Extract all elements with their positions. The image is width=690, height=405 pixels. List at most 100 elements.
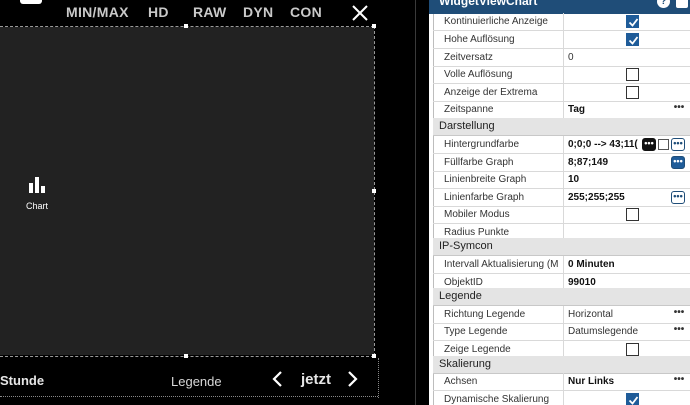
fuellfarbe-value[interactable]: 8;87;149 •••	[565, 154, 690, 171]
panel-header: WidgetViewChart ?	[429, 0, 690, 14]
section-legende[interactable]: Legende	[433, 288, 690, 306]
prop-value	[565, 13, 690, 30]
resize-handle-right[interactable]	[372, 189, 376, 193]
panel-splitter[interactable]	[414, 0, 429, 405]
resize-handle-top[interactable]	[184, 24, 188, 28]
richtung-legende-select[interactable]: Horizontal •••	[565, 306, 690, 323]
prop-label: Anzeige der Extrema	[433, 84, 564, 101]
prop-row-mobiler-modus: Mobiler Modus	[433, 206, 690, 224]
type-legende-select[interactable]: Datumslegende •••	[565, 323, 690, 340]
prop-row-dynamische-skalierung: Dynamische Skalierung	[433, 391, 690, 405]
chart-icon-label: Chart	[25, 201, 48, 211]
prop-row-achsen: Achsen Nur Links •••	[433, 373, 690, 391]
achsen-select[interactable]: Nur Links •••	[565, 373, 690, 390]
prop-label: Hintergrundfarbe	[433, 136, 564, 153]
gradient-icon[interactable]	[658, 139, 669, 150]
zeitspanne-select[interactable]: Tag •••	[565, 101, 690, 118]
prop-label: Zeitspanne	[433, 101, 564, 118]
section-ip-symcon[interactable]: IP-Symcon	[433, 238, 690, 256]
checkbox-checked[interactable]	[626, 15, 639, 28]
intervall-input[interactable]: 0 Minuten	[565, 256, 690, 273]
type-legende-value: Datumslegende	[568, 326, 639, 337]
toolbar-minmax-button[interactable]: MIN/MAX	[66, 4, 129, 20]
toolbar-dyn-button[interactable]: DYN	[243, 4, 273, 20]
prop-row-volle-aufloesung: Volle Auflösung	[433, 66, 690, 84]
section-skalierung[interactable]: Skalierung	[433, 356, 690, 374]
prop-label: Achsen	[433, 373, 564, 390]
prop-row-hohe-aufloesung: Hohe Auflösung	[433, 31, 690, 49]
prop-label: Linienfarbe Graph	[433, 189, 564, 206]
prop-label: Mobiler Modus	[433, 206, 564, 223]
list-view-icon[interactable]	[676, 0, 688, 8]
checkbox-unchecked[interactable]	[626, 86, 639, 99]
chevron-left-icon[interactable]	[270, 370, 284, 388]
prop-label: Füllfarbe Graph	[433, 154, 564, 171]
prop-label: Volle Auflösung	[433, 66, 564, 83]
close-icon[interactable]	[350, 3, 370, 23]
prop-row-kontinuierliche-anzeige: Kontinuierliche Anzeige	[433, 13, 690, 31]
linienfarbe-text: 255;255;255	[568, 192, 625, 203]
checkbox-unchecked[interactable]	[626, 208, 639, 221]
prop-row-anzeige-extrema: Anzeige der Extrema	[433, 84, 690, 102]
prop-label: Linienbreite Graph	[433, 171, 564, 188]
prop-label: Intervall Aktualisierung (M	[433, 256, 564, 273]
prop-row-fuellfarbe: Füllfarbe Graph 8;87;149 •••	[433, 154, 690, 172]
property-panel: WidgetViewChart ? Kontinuierliche Anzeig…	[429, 0, 690, 405]
logo-icon	[20, 0, 42, 4]
more-icon[interactable]: •••	[672, 307, 686, 321]
prop-row-intervall: Intervall Aktualisierung (M 0 Minuten	[433, 256, 690, 274]
prop-value	[565, 31, 690, 48]
prop-label: Kontinuierliche Anzeige	[433, 13, 564, 30]
more-icon[interactable]: •••	[672, 374, 686, 388]
now-button[interactable]: jetzt	[301, 371, 331, 388]
prop-label: Dynamische Skalierung	[433, 391, 564, 405]
chart-canvas[interactable]	[0, 27, 374, 355]
prop-value	[565, 391, 690, 405]
color-swatch-button[interactable]: •••	[671, 156, 685, 169]
prop-row-type-legende: Type Legende Datumslegende •••	[433, 323, 690, 341]
checkbox-checked[interactable]	[626, 33, 639, 46]
more-icon[interactable]: •••	[672, 324, 686, 338]
prop-row-richtung-legende: Richtung Legende Horizontal •••	[433, 306, 690, 324]
legend-label: Legende	[171, 374, 222, 389]
toolbar-raw-button[interactable]: RAW	[193, 4, 227, 20]
color-picker-button[interactable]: •••	[642, 138, 656, 151]
splitter-line	[415, 0, 416, 405]
prop-label: Richtung Legende	[433, 306, 564, 323]
prop-row-zeitversatz: Zeitversatz 0	[433, 49, 690, 67]
section-darstellung[interactable]: Darstellung	[433, 118, 690, 136]
prop-label: Type Legende	[433, 323, 564, 340]
toolbar-hd-button[interactable]: HD	[148, 4, 169, 20]
more-icon[interactable]: •••	[672, 102, 686, 116]
prop-label: Zeitversatz	[433, 49, 564, 66]
prop-row-linienbreite: Linienbreite Graph 10	[433, 171, 690, 189]
prop-row-linienfarbe: Linienfarbe Graph 255;255;255 •••	[433, 189, 690, 207]
panel-title: WidgetViewChart	[439, 0, 538, 8]
widget-toolbar: MIN/MAX HD RAW DYN CON	[0, 0, 380, 26]
zeitversatz-input[interactable]: 0	[565, 49, 690, 66]
richtung-legende-value: Horizontal	[568, 309, 614, 320]
fuellfarbe-text: 8;87;149	[568, 157, 609, 168]
widget-preview: MIN/MAX HD RAW DYN CON Chart Stunde Lege…	[0, 0, 429, 405]
prop-value	[565, 66, 690, 83]
toolbar-con-button[interactable]: CON	[290, 4, 322, 20]
prop-row-hintergrundfarbe: Hintergrundfarbe 0;0;0 --> 43;11( ••• ••…	[433, 136, 690, 154]
resize-handle-top-right[interactable]	[372, 24, 376, 28]
zeitspanne-value: Tag	[568, 104, 586, 115]
achsen-value: Nur Links	[568, 376, 615, 387]
app-root: MIN/MAX HD RAW DYN CON Chart Stunde Lege…	[0, 0, 690, 405]
more-button[interactable]: •••	[671, 191, 685, 204]
footer-border-right	[378, 358, 379, 398]
linienbreite-input[interactable]: 10	[565, 171, 690, 188]
checkbox-unchecked[interactable]	[626, 343, 639, 356]
checkbox-checked[interactable]	[626, 393, 639, 405]
help-icon[interactable]: ?	[657, 0, 670, 8]
widget-footer: Stunde Legende jetzt	[0, 357, 380, 405]
hintergrundfarbe-value[interactable]: 0;0;0 --> 43;11( ••• •••	[565, 136, 690, 153]
time-range-label[interactable]: Stunde	[0, 373, 44, 388]
more-button[interactable]: •••	[671, 138, 685, 151]
hintergrundfarbe-text: 0;0;0 --> 43;11(	[568, 139, 638, 150]
chevron-right-icon[interactable]	[346, 370, 360, 388]
linienfarbe-value[interactable]: 255;255;255 •••	[565, 189, 690, 206]
checkbox-unchecked[interactable]	[626, 68, 639, 81]
